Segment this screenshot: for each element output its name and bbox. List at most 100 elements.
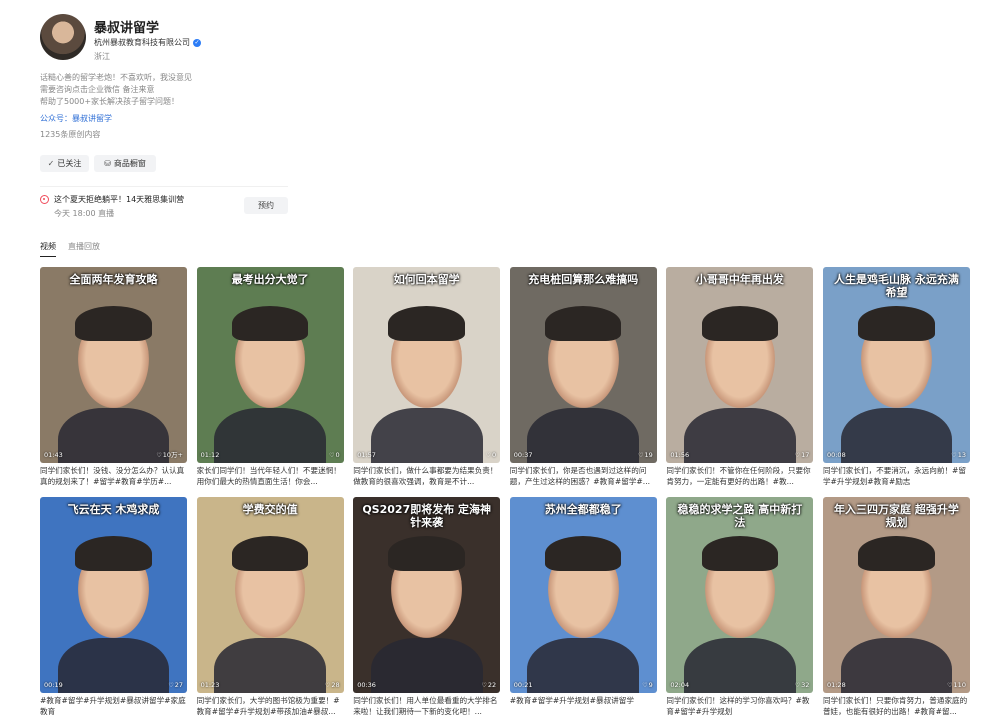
video-thumbnail[interactable]: 人生是鸡毛山脉 永远充满希望 00:08 ♡13 [822, 267, 970, 463]
thumbnail-figure [840, 408, 953, 463]
bio-line: 话糙心善的留学老炮！不喜欢听，我没意见 [40, 73, 192, 82]
video-likes: ♡9 [642, 681, 653, 689]
content-tabs: 视频 直播回放 [40, 241, 100, 257]
heart-icon: ♡ [485, 452, 492, 459]
video-caption: 人生是鸡毛山脉 永远充满希望 [834, 273, 959, 299]
video-description[interactable]: 同学们家长们！没钱、没分怎么办？认认真真的规划来了！#留学#教育#学历#... [40, 465, 187, 487]
thumbnail-figure [527, 638, 640, 693]
video-thumbnail[interactable]: 飞云在天 木鸡求成 00:19 ♡27 [40, 497, 187, 693]
video-likes: ♡10万+ [156, 449, 183, 459]
video-caption: 苏州全都都稳了 [544, 503, 622, 516]
official-account-link[interactable]: 公众号：暴叔讲留学 [40, 113, 112, 124]
video-card[interactable]: 苏州全都都稳了 00:21 ♡9 #教育#留学#升学规划#暴叔讲留学 [509, 497, 657, 718]
video-description[interactable]: 同学们家长们，你是否也遇到过这样的问题，产生过这样的困惑？#教育#留学#... [510, 465, 657, 487]
video-card[interactable]: 如何回本留学 01:57 ♡0 同学们家长们，做什么事都要为结果负责！做教育的很… [353, 267, 501, 489]
video-duration: 00:19 [44, 681, 63, 689]
video-thumbnail[interactable]: 年入三四万家庭 超强升学规划 01:28 ♡110 [822, 497, 970, 693]
thumbnail-hair [545, 306, 622, 342]
thumbnail-hair [231, 306, 309, 342]
product-showcase-button[interactable]: ⛁ 商品橱窗 [94, 155, 156, 172]
thumbnail-hair [388, 536, 465, 572]
video-duration: 00:37 [513, 451, 533, 459]
heart-icon: ♡ [794, 452, 801, 459]
thumbnail-figure [684, 638, 796, 693]
live-reservation: 这个夏天拒绝躺平！14天雅思集训营 今天 18:00 直播 预约 [40, 186, 288, 222]
video-thumbnail[interactable]: 最考出分大觉了 01:12 ♡0 [196, 267, 344, 463]
video-card[interactable]: 学费交的值 01:23 ♡28 同学们家长们，大学的图书馆极为重要！#教育#留学… [196, 497, 344, 718]
video-card[interactable]: 小哥哥中年再出发 01:56 ♡17 同学们家长们！不管你在任何阶段，只要你肯努… [666, 267, 814, 489]
video-card[interactable]: 飞云在天 木鸡求成 00:19 ♡27 #教育#留学#升学规划#暴叔讲留学#家庭… [40, 497, 187, 718]
video-likes: ♡28 [325, 681, 340, 689]
video-caption: 如何回本留学 [393, 273, 460, 286]
bio: 话糙心善的留学老炮！不喜欢听，我没意见 需要咨询点击企业微信 备注来意 帮助了5… [40, 72, 192, 108]
video-thumbnail[interactable]: 如何回本留学 01:57 ♡0 [353, 267, 501, 463]
video-thumbnail[interactable]: 全面两年发育攻略 01:43 ♡10万+ [40, 267, 187, 463]
video-duration: 01:28 [826, 681, 846, 689]
profile-name: 暴叔讲留学 [94, 21, 160, 36]
video-grid: 全面两年发育攻略 01:43 ♡10万+ 同学们家长们！没钱、没分怎么办？认认真… [40, 267, 970, 718]
video-description[interactable]: #教育#留学#升学规划#暴叔讲留学#家庭教育 [40, 695, 187, 717]
heart-icon: ♡ [794, 682, 801, 689]
heart-icon: ♡ [329, 452, 335, 459]
tab-videos[interactable]: 视频 [40, 241, 56, 257]
likes-count: 27 [174, 681, 183, 689]
avatar[interactable] [40, 14, 86, 60]
video-caption: 最考出分大觉了 [231, 273, 309, 286]
heart-icon: ♡ [642, 682, 648, 689]
likes-count: 28 [331, 681, 340, 689]
video-thumbnail[interactable]: 苏州全都都稳了 00:21 ♡9 [509, 497, 657, 693]
video-duration: 01:57 [357, 451, 376, 459]
video-description[interactable]: 同学们家长们！只要你肯努力，普通家庭的普娃，也能有很好的出路！#教育#留... [823, 695, 970, 717]
video-likes: ♡22 [482, 681, 497, 689]
thumbnail-hair [701, 306, 779, 342]
video-thumbnail[interactable]: 小哥哥中年再出发 01:56 ♡17 [666, 267, 814, 463]
video-duration: 00:08 [826, 451, 846, 459]
verified-icon: ✓ [193, 38, 201, 47]
thumbnail-hair [701, 536, 779, 572]
video-thumbnail[interactable]: 学费交的值 01:23 ♡28 [196, 497, 344, 693]
location: 浙江 [94, 52, 110, 61]
video-description[interactable]: 同学们家长们！不管你在任何阶段，只要你肯努力，一定能有更好的出路！#教... [666, 465, 813, 487]
reserve-button[interactable]: 预约 [244, 197, 288, 214]
video-description[interactable]: 同学们家长们，不要消沉，永远向前！#留学#升学规划#教育#励志 [823, 465, 970, 487]
thumbnail-figure [840, 638, 953, 693]
video-card[interactable]: QS2027即将发布 定海神针来袭 00:36 ♡22 同学们家长们！用人单位最… [353, 497, 501, 718]
thumbnail-figure [57, 638, 170, 693]
video-card[interactable]: 最考出分大觉了 01:12 ♡0 家长们同学们！当代年轻人们！不要迷惘！用你们最… [196, 267, 344, 489]
video-card[interactable]: 全面两年发育攻略 01:43 ♡10万+ 同学们家长们！没钱、没分怎么办？认认真… [40, 267, 187, 489]
video-card[interactable]: 年入三四万家庭 超强升学规划 01:28 ♡110 同学们家长们！只要你肯努力，… [822, 497, 970, 718]
thumbnail-figure [214, 408, 326, 463]
video-description[interactable]: 同学们家长们！这样的学习你喜欢吗？#教育#留学#升学规划 [666, 695, 813, 717]
video-description[interactable]: 同学们家长们！用人单位最看重的大学排名来啦！让我们期待一下新的变化吧！... [353, 695, 500, 717]
video-description[interactable]: 同学们家长们，大学的图书馆极为重要！#教育#留学#升学规划#带孩加油#暴叔... [197, 695, 344, 717]
likes-count: 17 [801, 451, 810, 459]
likes-count: 19 [644, 451, 653, 459]
thumbnail-hair [75, 306, 152, 342]
video-card[interactable]: 稳稳的求学之路 高中新打法 02:04 ♡32 同学们家长们！这样的学习你喜欢吗… [666, 497, 814, 718]
original-content-count: 1235条原创内容 [40, 130, 101, 139]
followed-button[interactable]: ✓ 已关注 [40, 155, 89, 172]
video-card[interactable]: 人生是鸡毛山脉 永远充满希望 00:08 ♡13 同学们家长们，不要消沉，永远向… [822, 267, 970, 489]
bio-line: 帮助了5000+家长解决孩子留学问题！ [40, 97, 180, 106]
video-description[interactable]: 同学们家长们，做什么事都要为结果负责！做教育的很喜欢强调，教育是不计... [353, 465, 500, 487]
video-duration: 01:56 [670, 451, 690, 459]
video-thumbnail[interactable]: QS2027即将发布 定海神针来袭 00:36 ♡22 [353, 497, 501, 693]
likes-count: 10万+ [162, 451, 183, 459]
video-thumbnail[interactable]: 充电桩回算那么难搞吗 00:37 ♡19 [509, 267, 657, 463]
likes-count: 0 [335, 451, 340, 459]
video-thumbnail[interactable]: 稳稳的求学之路 高中新打法 02:04 ♡32 [666, 497, 814, 693]
live-title[interactable]: 这个夏天拒绝躺平！14天雅思集训营 [54, 194, 184, 205]
likes-count: 13 [957, 451, 966, 459]
thumbnail-hair [858, 306, 935, 342]
video-likes: ♡13 [951, 451, 966, 459]
thumbnail-figure [370, 638, 483, 693]
tab-live-replay[interactable]: 直播回放 [68, 241, 100, 257]
video-description[interactable]: 家长们同学们！当代年轻人们！不要迷惘！用你们最大的热情直面生活！你会... [197, 465, 344, 487]
thumbnail-hair [231, 536, 309, 572]
video-description[interactable]: #教育#留学#升学规划#暴叔讲留学 [510, 695, 657, 717]
video-card[interactable]: 充电桩回算那么难搞吗 00:37 ♡19 同学们家长们，你是否也遇到过这样的问题… [509, 267, 657, 489]
live-time: 今天 18:00 直播 [54, 209, 115, 218]
video-likes: ♡17 [795, 451, 810, 459]
likes-count: 0 [492, 451, 497, 459]
thumbnail-figure [57, 408, 170, 463]
